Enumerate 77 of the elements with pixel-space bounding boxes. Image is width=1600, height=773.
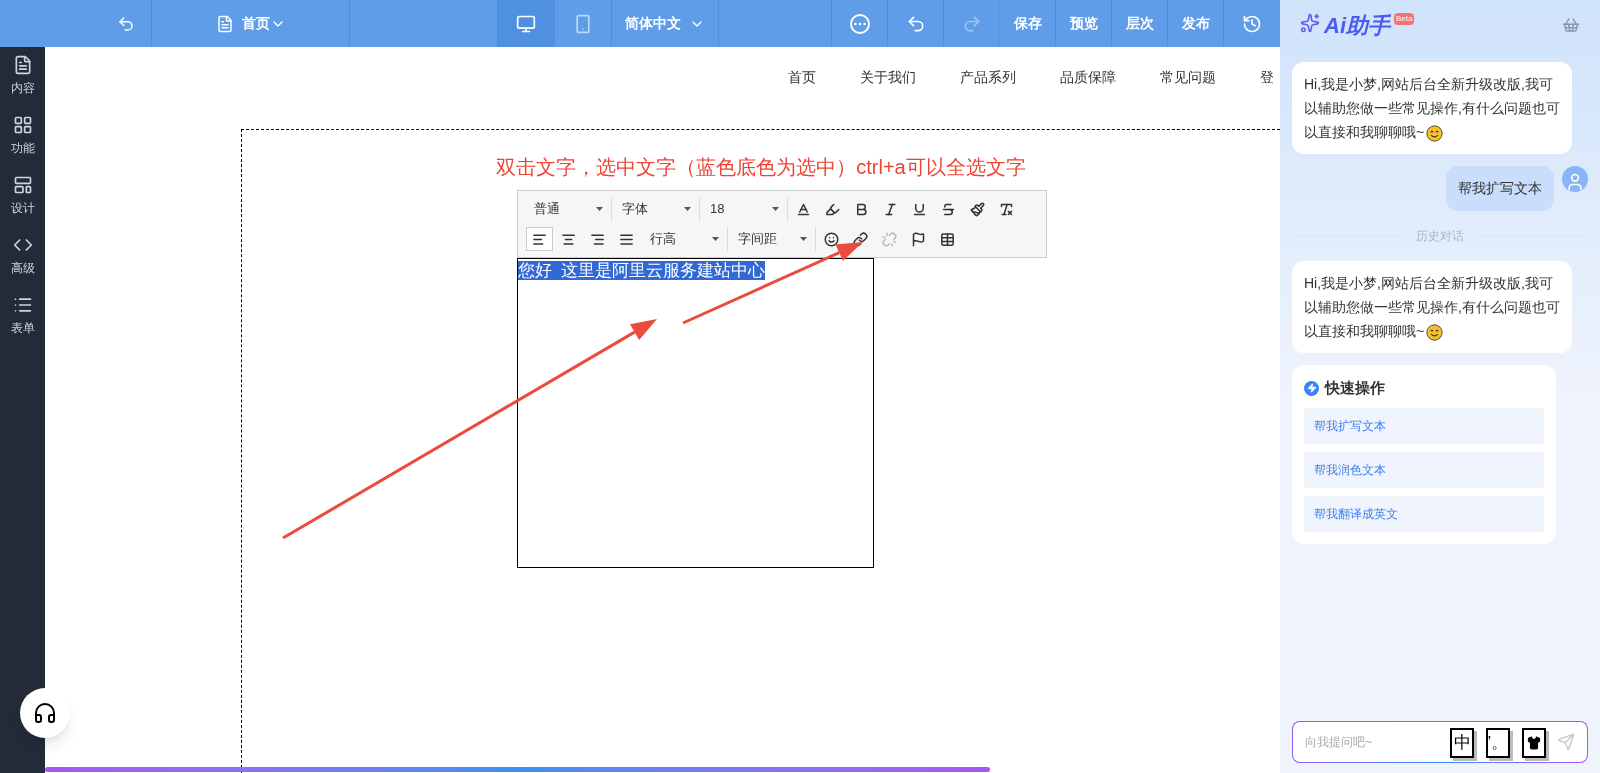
- instruction-text: 双击文字，选中文字（蓝色底色为选中）ctrl+a可以全选文字: [496, 155, 1026, 180]
- quick-action-button[interactable]: 帮我润色文本: [1304, 451, 1544, 488]
- align-left-icon: [532, 231, 547, 247]
- dropdown-label: 字间距: [738, 230, 777, 249]
- clear-format-icon: [999, 201, 1014, 217]
- user-message: 帮我扩写文本: [1446, 166, 1554, 211]
- align-left-button[interactable]: [526, 227, 553, 251]
- toolbar-dropdown[interactable]: 字体: [614, 197, 700, 221]
- italic-icon: [883, 201, 898, 217]
- justify-icon: [619, 231, 634, 247]
- dropdown-label: 普通: [534, 200, 560, 219]
- smiling-face-icon: [1426, 124, 1444, 142]
- beta-badge: Beta: [1394, 12, 1415, 25]
- selected-text: 您好 这里是阿里云服务建站中心: [518, 261, 766, 280]
- sidebar-item[interactable]: 功能: [10, 115, 35, 157]
- table-icon: [940, 231, 955, 247]
- bold-icon: [854, 201, 869, 217]
- text-box[interactable]: 您好 这里是阿里云服务建站中心: [517, 258, 874, 568]
- undo-icon: [116, 14, 135, 33]
- caret-icon: [800, 237, 807, 241]
- nav-link[interactable]: 品质保障: [1060, 66, 1116, 88]
- unlink-icon: [882, 231, 897, 247]
- toolbar-dropdown[interactable]: 18: [702, 197, 788, 221]
- nav-link[interactable]: 关于我们: [860, 66, 916, 88]
- toolbar-dropdown[interactable]: 普通: [526, 197, 612, 221]
- smiling-face-icon: [1426, 323, 1444, 341]
- sidebar-item[interactable]: 内容: [10, 55, 35, 97]
- align-center-icon: [561, 231, 576, 247]
- caret-icon: [596, 207, 603, 211]
- nav-link[interactable]: 产品系列: [960, 66, 1016, 88]
- assistant-message: Hi,我是小梦,网站后台全新升级改版,我可以辅助您做一些常见操作,有什么问题也可以直接和我聊聊哦~: [1292, 62, 1572, 154]
- undo-icon: [905, 13, 926, 34]
- assistant-message: Hi,我是小梦,网站后台全新升级改版,我可以辅助您做一些常见操作,有什么问题也可以直接和我聊聊哦~: [1292, 261, 1572, 353]
- highlighter-icon: [825, 201, 840, 217]
- monitor-icon: [516, 13, 536, 34]
- caret-icon: [684, 207, 691, 211]
- desktop-view-button[interactable]: [498, 0, 555, 47]
- quick-action-button[interactable]: 帮我翻译成英文: [1304, 495, 1544, 532]
- link-icon: [853, 231, 868, 247]
- user-avatar: [1562, 166, 1588, 192]
- quick-actions-title: 快速操作: [1325, 378, 1385, 398]
- toolbar-dropdown[interactable]: 行高: [642, 227, 728, 251]
- shirt-icon: [1527, 736, 1541, 750]
- lightning-icon: [1304, 380, 1319, 396]
- dropdown-label: 行高: [650, 230, 676, 249]
- shirt-key[interactable]: [1522, 728, 1546, 758]
- paintbrush-icon: [970, 201, 985, 217]
- phone-icon: [573, 13, 593, 34]
- strikethrough-icon: [941, 201, 956, 217]
- magic-wand-icon: [1300, 12, 1320, 33]
- headset-icon: [33, 701, 57, 725]
- flag-icon: [911, 231, 926, 247]
- layout-icon: [12, 175, 33, 195]
- nav-link[interactable]: 首页: [788, 66, 816, 88]
- list-icon: [12, 295, 33, 315]
- sidebar-item[interactable]: 表单: [10, 295, 35, 337]
- quick-action-button[interactable]: 帮我扩写文本: [1304, 407, 1544, 444]
- underline-icon: [912, 201, 927, 217]
- dropdown-label: 18: [710, 200, 725, 219]
- ime-key[interactable]: ’。: [1486, 728, 1510, 758]
- assistant-title: Ai助手: [1324, 11, 1390, 40]
- nav-link[interactable]: 常见问题: [1160, 66, 1216, 88]
- ime-key[interactable]: 中: [1450, 728, 1474, 758]
- dropdown-label: 字体: [622, 200, 648, 219]
- history-icon: [1242, 13, 1262, 34]
- more-icon: [849, 13, 870, 34]
- smiley-icon: [824, 231, 839, 247]
- sidebar-item[interactable]: 高级: [10, 235, 35, 277]
- grid-icon: [12, 115, 33, 135]
- nav-link[interactable]: 登: [1260, 66, 1274, 88]
- toolbar-dropdown[interactable]: 字间距: [730, 227, 816, 251]
- page-icon: [215, 14, 234, 33]
- sidebar-item[interactable]: 设计: [10, 175, 35, 217]
- caret-icon: [772, 207, 779, 211]
- caret-icon: [712, 237, 719, 241]
- align-right-icon: [590, 231, 605, 247]
- font-color-icon: [796, 201, 811, 217]
